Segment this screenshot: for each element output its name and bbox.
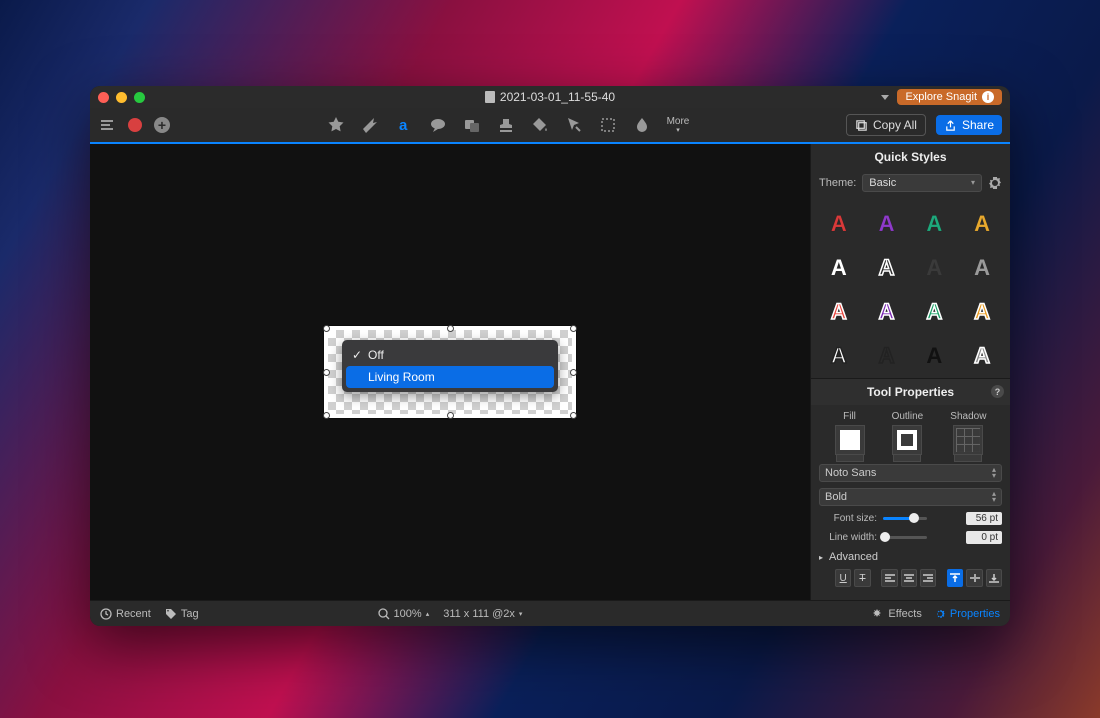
- arrow-tool-icon[interactable]: [361, 116, 379, 134]
- resize-handle[interactable]: [570, 369, 577, 376]
- quick-style-swatch[interactable]: A: [863, 202, 911, 246]
- shadow-swatch[interactable]: [953, 425, 983, 455]
- record-button[interactable]: [128, 118, 142, 132]
- editor-window: 2021-03-01_11-55-40 Explore Snagit i + a: [90, 86, 1010, 626]
- share-button[interactable]: Share: [936, 115, 1002, 135]
- quick-style-swatch[interactable]: A: [958, 202, 1006, 246]
- quick-style-swatch[interactable]: A: [863, 290, 911, 334]
- status-bar: Recent Tag 100% ▴ 311 x 111 @2x ▾ Effect…: [90, 600, 1010, 626]
- content-area: ✓ Off Living Room Quick Styles Theme: Ba…: [90, 144, 1010, 600]
- triangle-right-icon: ▸: [819, 553, 823, 562]
- chevron-down-icon: ▾: [971, 180, 975, 186]
- more-tools-button[interactable]: More ▾: [667, 117, 690, 134]
- quick-style-swatch[interactable]: A: [815, 290, 863, 334]
- quick-style-swatch[interactable]: A: [911, 290, 959, 334]
- line-width-value[interactable]: 0 pt: [966, 531, 1002, 544]
- valign-top-button[interactable]: [947, 569, 963, 587]
- font-weight-select[interactable]: Bold ▴▾: [819, 488, 1002, 506]
- valign-bottom-button[interactable]: [986, 569, 1002, 587]
- underline-button[interactable]: U: [835, 569, 851, 587]
- fill-tool-icon[interactable]: [531, 116, 549, 134]
- callout-tool-icon[interactable]: [429, 116, 447, 134]
- text-tool-icon[interactable]: a: [395, 116, 413, 134]
- side-panel: Quick Styles Theme: Basic ▾ AAAAAAAAAAAA…: [810, 144, 1010, 600]
- font-family-select[interactable]: Noto Sans ▴▾: [819, 464, 1002, 482]
- quick-style-swatch[interactable]: A: [863, 246, 911, 290]
- quick-style-swatch[interactable]: A: [815, 246, 863, 290]
- window-title: 2021-03-01_11-55-40: [90, 90, 1010, 104]
- shape-tool-icon[interactable]: [463, 116, 481, 134]
- resize-handle[interactable]: [323, 412, 330, 419]
- add-button[interactable]: +: [154, 117, 170, 133]
- shadow-label: Shadow: [950, 411, 986, 422]
- quick-style-swatch[interactable]: A: [815, 334, 863, 378]
- menu-item-living-room[interactable]: Living Room: [346, 366, 554, 388]
- menu-icon[interactable]: [98, 116, 116, 134]
- align-left-button[interactable]: [881, 569, 897, 587]
- quick-style-swatch[interactable]: A: [911, 246, 959, 290]
- fill-outline-shadow-row: Fill Outline Shadow: [811, 405, 1010, 461]
- context-menu: ✓ Off Living Room: [342, 340, 558, 392]
- theme-select[interactable]: Basic ▾: [862, 174, 982, 192]
- check-icon: ✓: [352, 348, 362, 362]
- font-size-value[interactable]: 56 pt: [966, 512, 1002, 525]
- toolbar: + a More ▾ Copy All Share: [90, 108, 1010, 144]
- titlebar: 2021-03-01_11-55-40 Explore Snagit i: [90, 86, 1010, 108]
- theme-label: Theme:: [819, 177, 856, 189]
- svg-text:a: a: [399, 117, 408, 134]
- resize-handle[interactable]: [570, 325, 577, 332]
- quick-style-swatch[interactable]: A: [958, 334, 1006, 378]
- quick-style-swatch[interactable]: A: [911, 334, 959, 378]
- fill-swatch[interactable]: [835, 425, 865, 455]
- quick-style-swatch[interactable]: A: [815, 202, 863, 246]
- advanced-toggle[interactable]: ▸ Advanced: [811, 547, 1010, 567]
- resize-handle[interactable]: [447, 325, 454, 332]
- zoom-control[interactable]: 100% ▴: [378, 608, 430, 620]
- effects-button[interactable]: Effects: [872, 608, 921, 620]
- align-center-button[interactable]: [901, 569, 917, 587]
- line-width-label: Line width:: [819, 532, 877, 543]
- gear-icon[interactable]: [988, 176, 1002, 190]
- quick-style-swatch[interactable]: A: [958, 246, 1006, 290]
- menu-item-off[interactable]: ✓ Off: [346, 344, 554, 366]
- outline-label: Outline: [892, 411, 924, 422]
- blur-tool-icon[interactable]: [633, 116, 651, 134]
- fill-label: Fill: [843, 411, 856, 422]
- quick-style-swatch[interactable]: A: [911, 202, 959, 246]
- quick-style-swatch[interactable]: A: [958, 290, 1006, 334]
- filename-label: 2021-03-01_11-55-40: [500, 90, 615, 104]
- theme-row: Theme: Basic ▾: [811, 170, 1010, 196]
- copy-all-button[interactable]: Copy All: [846, 114, 926, 136]
- favorite-tool-icon[interactable]: [327, 116, 345, 134]
- recent-button[interactable]: Recent: [100, 608, 151, 620]
- stamp-tool-icon[interactable]: [497, 116, 515, 134]
- valign-middle-button[interactable]: [966, 569, 982, 587]
- selection-tool-icon[interactable]: [599, 116, 617, 134]
- document-icon: [485, 91, 495, 103]
- quick-style-swatch[interactable]: A: [863, 334, 911, 378]
- resize-handle[interactable]: [323, 325, 330, 332]
- strikethrough-button[interactable]: T: [854, 569, 870, 587]
- text-format-row: U T: [811, 567, 1010, 593]
- resize-handle[interactable]: [570, 412, 577, 419]
- font-size-slider[interactable]: [883, 517, 927, 520]
- quick-styles-grid: AAAAAAAAAAAAAAAA: [811, 196, 1010, 378]
- font-size-label: Font size:: [819, 513, 877, 524]
- selected-object[interactable]: ✓ Off Living Room: [324, 326, 576, 418]
- tag-button[interactable]: Tag: [165, 608, 199, 620]
- tool-properties-section: Tool Properties ? Fill Outline Shadow: [811, 378, 1010, 593]
- outline-swatch[interactable]: [892, 425, 922, 455]
- tool-properties-header: Tool Properties ?: [811, 379, 1010, 405]
- line-width-slider[interactable]: [883, 536, 927, 539]
- resize-handle[interactable]: [447, 412, 454, 419]
- move-tool-icon[interactable]: [565, 116, 583, 134]
- quick-styles-header: Quick Styles: [811, 144, 1010, 170]
- dimensions-label[interactable]: 311 x 111 @2x ▾: [443, 608, 522, 620]
- properties-button[interactable]: Properties: [934, 608, 1000, 620]
- canvas[interactable]: ✓ Off Living Room: [90, 144, 810, 600]
- resize-handle[interactable]: [323, 369, 330, 376]
- help-icon[interactable]: ?: [991, 385, 1004, 398]
- align-right-button[interactable]: [920, 569, 936, 587]
